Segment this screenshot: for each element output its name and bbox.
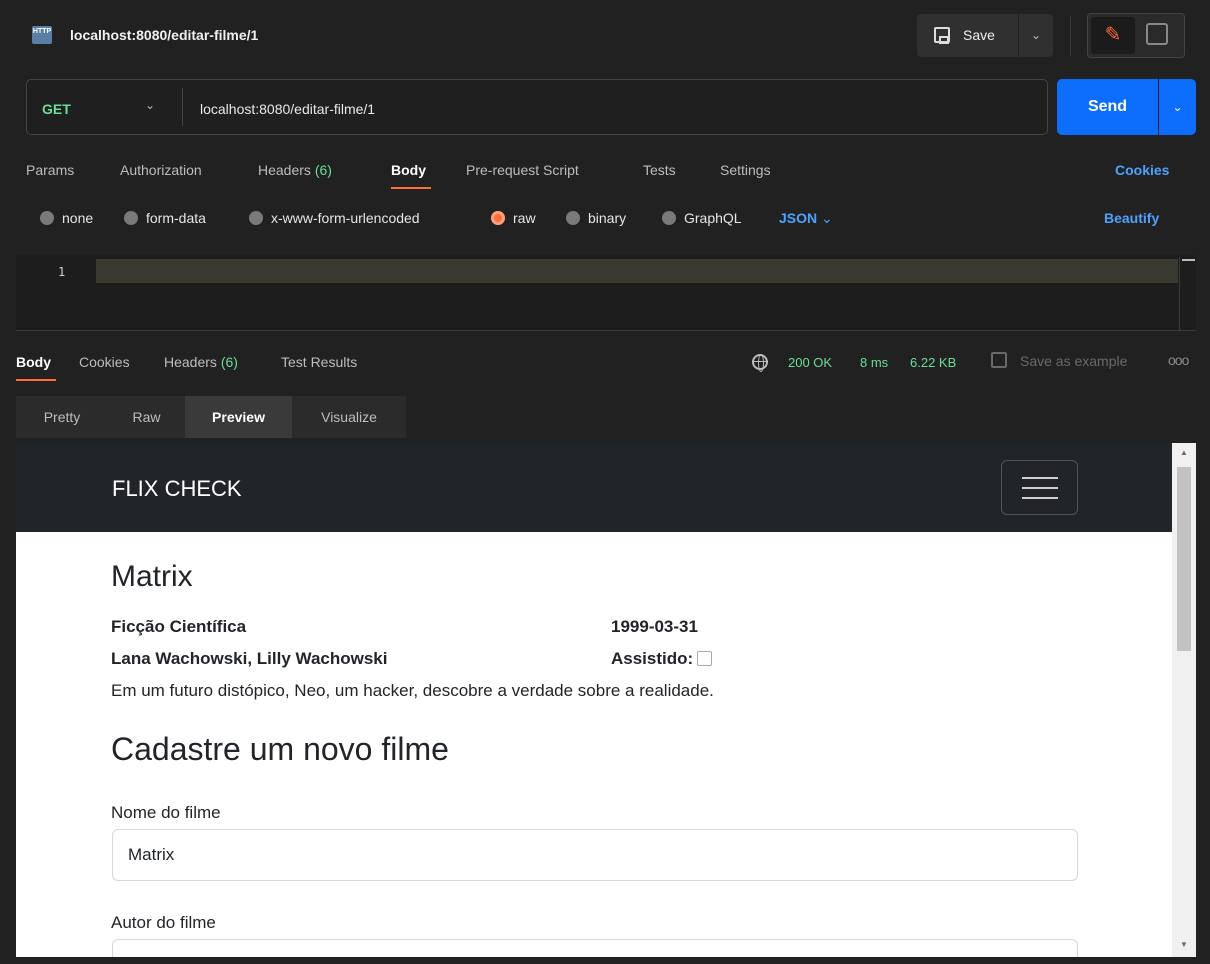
send-button[interactable]: Send bbox=[1057, 79, 1158, 135]
body-type-binary[interactable]: binary bbox=[566, 210, 626, 226]
view-tab-raw[interactable]: Raw bbox=[108, 396, 185, 438]
radio-label: binary bbox=[588, 210, 627, 226]
url-bar: GET ⌄ localhost:8080/editar-filme/1 bbox=[26, 79, 1048, 135]
body-editor[interactable]: 1 bbox=[16, 255, 1196, 331]
movie-description: Em um futuro distópico, Neo, um hacker, … bbox=[111, 681, 714, 700]
tab-params[interactable]: Params bbox=[26, 162, 74, 178]
body-type-none[interactable]: none bbox=[40, 210, 93, 226]
edit-pencil-icon[interactable]: ✎ bbox=[1091, 17, 1135, 54]
tab-tests[interactable]: Tests bbox=[643, 162, 676, 178]
http-request-icon: HTTP bbox=[32, 26, 52, 44]
tab-body[interactable]: Body bbox=[391, 162, 426, 178]
response-view-tabs: Pretty Raw Preview Visualize bbox=[16, 396, 406, 438]
language-select[interactable]: JSON ⌄ bbox=[779, 210, 833, 227]
radio-label: x-www-form-urlencoded bbox=[271, 210, 420, 226]
scroll-up-icon[interactable]: ▲ bbox=[1172, 448, 1196, 457]
method-select[interactable]: GET bbox=[42, 101, 71, 117]
editor-scrollbar[interactable] bbox=[1179, 257, 1196, 331]
radio-icon bbox=[566, 211, 580, 225]
line-number: 1 bbox=[58, 265, 66, 279]
body-type-graphql[interactable]: GraphQL bbox=[662, 210, 742, 226]
form-heading: Cadastre um novo filme bbox=[111, 731, 449, 767]
radio-icon bbox=[662, 211, 676, 225]
author-input[interactable] bbox=[112, 939, 1078, 957]
globe-icon[interactable] bbox=[752, 354, 768, 372]
radio-icon bbox=[249, 211, 263, 225]
response-tab-headers-label: Headers bbox=[164, 354, 217, 370]
editor-current-line[interactable] bbox=[96, 259, 1178, 283]
status-code[interactable]: 200 OK bbox=[788, 355, 832, 370]
radio-label: GraphQL bbox=[684, 210, 742, 226]
html-preview: FLIX CHECK Matrix Ficção Científica 1999… bbox=[16, 443, 1172, 957]
body-type-form-data[interactable]: form-data bbox=[124, 210, 206, 226]
method-chevron-down-icon[interactable]: ⌄ bbox=[145, 98, 155, 112]
language-label: JSON bbox=[779, 210, 818, 226]
movie-directors: Lana Wachowski, Lilly Wachowski bbox=[111, 649, 388, 668]
radio-icon bbox=[124, 211, 138, 225]
response-tab-cookies[interactable]: Cookies bbox=[79, 354, 130, 370]
watched-checkbox[interactable] bbox=[697, 651, 713, 666]
cookies-link[interactable]: Cookies bbox=[1115, 162, 1169, 178]
top-bar: HTTP localhost:8080/editar-filme/1 Save … bbox=[0, 0, 1210, 72]
response-tab-body[interactable]: Body bbox=[16, 354, 51, 370]
save-as-example-button[interactable]: Save as example bbox=[1020, 353, 1127, 369]
hamburger-icon bbox=[1022, 487, 1058, 489]
save-dropdown-chevron-icon[interactable]: ⌄ bbox=[1019, 14, 1053, 57]
watched-field: Assistido: bbox=[611, 649, 713, 669]
radio-icon bbox=[40, 211, 54, 225]
name-field-label: Nome do filme bbox=[111, 803, 221, 822]
scrollbar-thumb[interactable] bbox=[1177, 467, 1191, 651]
site-brand[interactable]: FLIX CHECK bbox=[112, 476, 242, 502]
radio-label: raw bbox=[513, 210, 536, 226]
save-icon bbox=[934, 27, 950, 44]
movie-title: Matrix bbox=[111, 560, 193, 593]
save-button[interactable]: Save bbox=[917, 14, 1018, 57]
view-tab-visualize[interactable]: Visualize bbox=[292, 396, 406, 438]
headers-count: (6) bbox=[314, 162, 332, 178]
movie-genre: Ficção Científica bbox=[111, 617, 247, 636]
radio-label: form-data bbox=[146, 210, 206, 226]
view-tab-preview[interactable]: Preview bbox=[185, 396, 292, 438]
response-tab-headers[interactable]: Headers (6) bbox=[164, 354, 238, 370]
url-divider bbox=[182, 88, 183, 126]
url-input[interactable]: localhost:8080/editar-filme/1 bbox=[200, 101, 375, 117]
send-dropdown-chevron-icon[interactable]: ⌄ bbox=[1159, 79, 1196, 135]
preview-scrollbar[interactable]: ▲ ▼ bbox=[1172, 443, 1196, 957]
active-tab-indicator bbox=[391, 187, 431, 189]
watched-label: Assistido: bbox=[611, 649, 694, 668]
hamburger-icon bbox=[1022, 477, 1058, 479]
menu-toggle-button[interactable] bbox=[1001, 460, 1078, 515]
response-headers-count: (6) bbox=[220, 354, 238, 370]
view-tab-pretty[interactable]: Pretty bbox=[16, 396, 108, 438]
beautify-button[interactable]: Beautify bbox=[1104, 210, 1159, 226]
response-time[interactable]: 8 ms bbox=[860, 355, 888, 370]
save-label: Save bbox=[963, 27, 995, 43]
response-size[interactable]: 6.22 KB bbox=[910, 355, 956, 370]
movie-release-date: 1999-03-31 bbox=[611, 617, 698, 636]
tab-settings[interactable]: Settings bbox=[720, 162, 771, 178]
comment-icon[interactable] bbox=[1146, 23, 1168, 45]
radio-selected-icon bbox=[491, 211, 505, 225]
body-type-raw[interactable]: raw bbox=[491, 210, 536, 226]
request-tab-title[interactable]: localhost:8080/editar-filme/1 bbox=[70, 27, 258, 43]
save-example-icon bbox=[991, 352, 1007, 368]
scroll-down-icon[interactable]: ▼ bbox=[1172, 940, 1196, 949]
author-field-label: Autor do filme bbox=[111, 913, 216, 932]
site-navbar: FLIX CHECK bbox=[16, 443, 1172, 532]
toolbar-divider bbox=[1070, 16, 1071, 56]
chevron-down-icon: ⌄ bbox=[821, 210, 833, 226]
tab-headers-label: Headers bbox=[258, 162, 311, 178]
body-type-urlencoded[interactable]: x-www-form-urlencoded bbox=[249, 210, 420, 226]
more-options-icon[interactable]: ooo bbox=[1168, 352, 1189, 368]
tab-headers[interactable]: Headers (6) bbox=[258, 162, 332, 178]
active-response-tab-indicator bbox=[16, 379, 56, 381]
name-input[interactable]: Matrix bbox=[112, 829, 1078, 881]
mode-toggle: ✎ bbox=[1087, 13, 1185, 58]
hamburger-icon bbox=[1022, 497, 1058, 499]
tab-authorization[interactable]: Authorization bbox=[120, 162, 202, 178]
radio-label: none bbox=[62, 210, 94, 226]
response-tab-test-results[interactable]: Test Results bbox=[281, 354, 357, 370]
tab-prerequest-script[interactable]: Pre-request Script bbox=[466, 162, 579, 178]
